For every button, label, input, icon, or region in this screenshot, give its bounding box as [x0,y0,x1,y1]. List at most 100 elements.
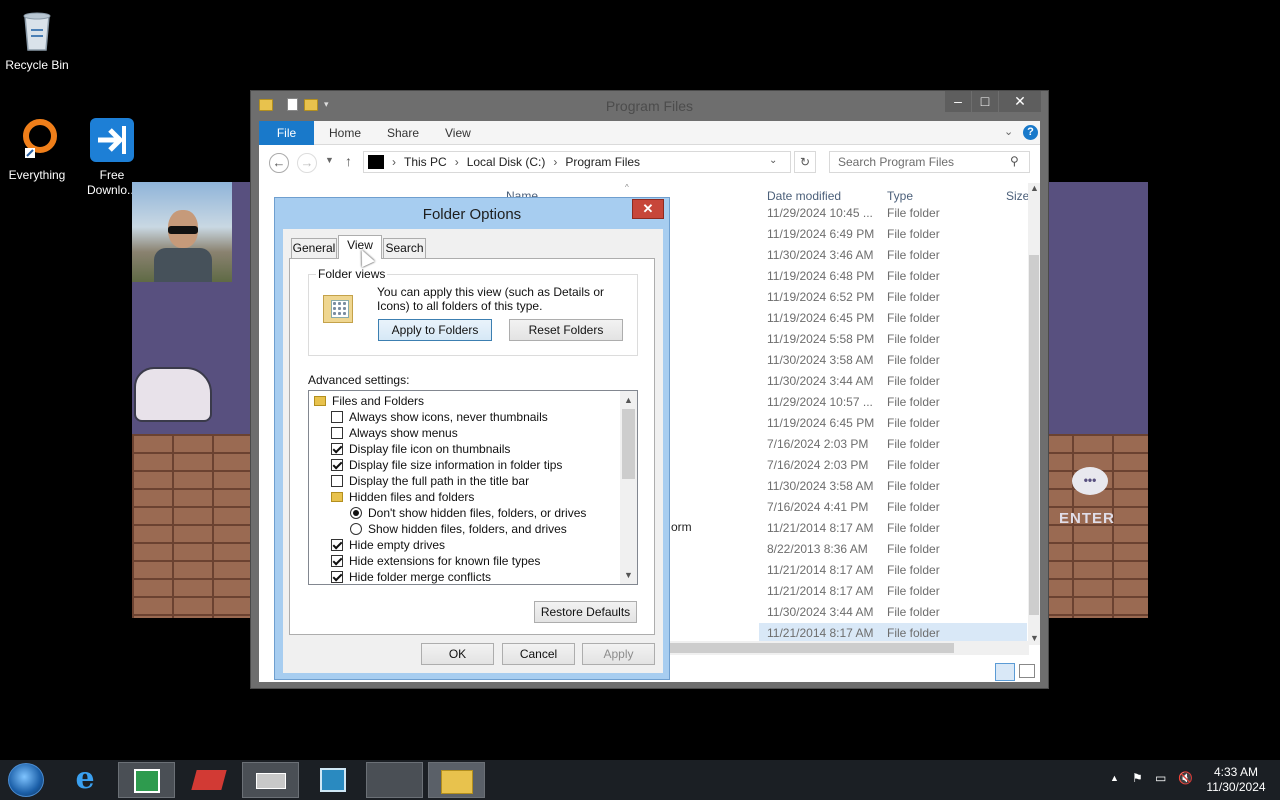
file-explorer-icon[interactable] [428,762,485,798]
tree-item-radio[interactable]: Don't show hidden files, folders, or dri… [350,505,586,521]
desktop-icon-everything[interactable]: Everything [0,116,74,183]
checkbox[interactable] [331,539,343,551]
scroll-down-icon[interactable]: ▼ [1030,633,1039,643]
file-row[interactable]: 11/19/2024 6:45 PM File folder [759,413,1027,434]
tree-item-check[interactable]: Always show menus [331,425,458,441]
file-row[interactable]: 11/19/2024 6:52 PM File folder [759,287,1027,308]
back-button[interactable]: ← [269,153,289,173]
apply-to-folders-button[interactable]: Apply to Folders [378,319,492,341]
file-row[interactable]: 7/16/2024 2:03 PM File folder [759,455,1027,476]
checkbox[interactable] [331,459,343,471]
file-row[interactable]: 11/19/2024 6:48 PM File folder [759,266,1027,287]
file-row[interactable]: 11/30/2024 3:58 AM File folder [759,350,1027,371]
scroll-down-icon[interactable]: ▼ [620,568,637,582]
address-bar[interactable]: › This PC › Local Disk (C:) › Program Fi… [363,151,791,173]
tree-item-radio[interactable]: Show hidden files, folders, and drives [350,521,567,537]
file-row[interactable]: 7/16/2024 2:03 PM File folder [759,434,1027,455]
column-header-type[interactable]: Type [887,189,913,203]
store-icon[interactable] [118,762,175,798]
file-row[interactable]: 11/19/2024 6:49 PM File folder [759,224,1027,245]
column-header-date[interactable]: Date modified [767,189,841,203]
close-button[interactable]: ✕ [999,91,1041,112]
reset-folders-button[interactable]: Reset Folders [509,319,623,341]
checkbox[interactable] [331,571,343,583]
scroll-thumb[interactable] [664,643,954,653]
volume-muted-icon[interactable]: 🔇 [1178,771,1193,785]
tab-view[interactable]: View [445,126,471,140]
tab-general[interactable]: General [291,238,337,258]
file-row[interactable]: 11/29/2024 10:57 ... File folder [759,392,1027,413]
breadcrumb-program-files[interactable]: Program Files [565,155,640,169]
tree-scrollbar[interactable]: ▲ ▼ [620,391,637,584]
restore-defaults-button[interactable]: Restore Defaults [534,601,637,623]
checkbox[interactable] [331,475,343,487]
file-row[interactable]: 11/30/2024 3:44 AM File folder [759,602,1027,623]
tab-share[interactable]: Share [387,126,419,140]
up-button[interactable]: ↑ [345,153,352,169]
maximize-button[interactable]: □ [972,91,998,112]
ok-button[interactable]: OK [421,643,494,665]
advanced-settings-tree[interactable]: ▲ ▼ Files and Folders Always show icons, … [308,390,638,585]
help-icon[interactable]: ? [1023,125,1038,140]
explorer-titlebar[interactable]: ▾ Program Files – □ ✕ [251,91,1048,121]
file-row[interactable]: 8/22/2013 8:36 AM File folder [759,539,1027,560]
recent-locations-icon[interactable]: ▼ [325,155,334,165]
ribbon-expand-icon[interactable]: ⌄ [1004,125,1013,138]
blank-window-icon[interactable] [366,762,423,798]
action-center-flag-icon[interactable]: ⚑ [1132,771,1143,785]
apply-button[interactable]: Apply [582,643,655,665]
tab-search[interactable]: Search [383,238,426,258]
taskbar-clock[interactable]: 4:33 AM 11/30/2024 [1200,765,1272,795]
file-row[interactable]: 11/30/2024 3:58 AM File folder [759,476,1027,497]
file-row[interactable]: 11/21/2014 8:17 AM File folder [759,560,1027,581]
checkbox[interactable] [331,427,343,439]
tab-home[interactable]: Home [329,126,361,140]
start-orb-icon[interactable] [8,763,44,797]
tree-item-check[interactable]: Hide empty drives [331,537,445,553]
network-icon[interactable]: ▭ [1155,771,1166,785]
scanner-icon[interactable] [242,762,299,798]
file-row[interactable]: 11/19/2024 5:58 PM File folder [759,329,1027,350]
tree-item-check[interactable]: Always show icons, never thumbnails [331,409,548,425]
breadcrumb-this-pc[interactable]: This PC [404,155,447,169]
tree-item-check[interactable]: Display the full path in the title bar [331,473,529,489]
minimize-button[interactable]: – [945,91,971,112]
internet-explorer-icon[interactable]: e [68,764,102,796]
desktop-icon-recycle-bin[interactable]: Recycle Bin [0,6,74,73]
large-icons-view-icon[interactable] [1019,664,1035,678]
cancel-button[interactable]: Cancel [502,643,575,665]
folder-options-dialog[interactable]: Folder Options ✕ General View Search Fol… [274,197,670,680]
vertical-scrollbar[interactable]: ▲ ▼ [1028,183,1040,645]
show-hidden-icons-icon[interactable]: ▲ [1110,773,1119,783]
app-red-icon[interactable] [180,762,237,798]
radio-button[interactable] [350,507,362,519]
dialog-close-button[interactable]: ✕ [632,199,664,219]
column-header-size[interactable]: Size [1006,189,1029,203]
forward-button[interactable]: → [297,153,317,173]
radio-button[interactable] [350,523,362,535]
file-row[interactable]: 11/21/2014 8:17 AM File folder [759,518,1027,539]
scroll-up-icon[interactable]: ▲ [620,393,637,407]
file-row[interactable]: 11/30/2024 3:44 AM File folder [759,371,1027,392]
details-view-icon[interactable] [995,663,1015,681]
tree-item-check[interactable]: Hide folder merge conflicts [331,569,491,584]
file-row[interactable]: 7/16/2024 4:41 PM File folder [759,497,1027,518]
scroll-thumb[interactable] [622,409,635,479]
tree-item-check[interactable]: Display file size information in folder … [331,457,562,473]
tab-file[interactable]: File [259,121,314,145]
address-dropdown-icon[interactable]: ⌄ [769,155,777,166]
checkbox[interactable] [331,411,343,423]
search-input[interactable]: Search Program Files ⚲ [829,151,1030,173]
refresh-button[interactable]: ↻ [794,151,816,173]
scroll-up-icon[interactable]: ▲ [1030,183,1039,193]
file-row[interactable]: 11/21/2014 8:17 AM File folder [759,581,1027,602]
tree-item-check[interactable]: Display file icon on thumbnails [331,441,510,457]
remote-desktop-icon[interactable] [304,762,361,798]
file-row[interactable]: 11/19/2024 6:45 PM File folder [759,308,1027,329]
scroll-thumb[interactable] [1029,255,1039,615]
horizontal-scrollbar[interactable] [664,641,1029,655]
breadcrumb-local-disk[interactable]: Local Disk (C:) [467,155,546,169]
tree-item-check[interactable]: Hide extensions for known file types [331,553,540,569]
checkbox[interactable] [331,555,343,567]
file-row[interactable]: 11/29/2024 10:45 ... File folder [759,203,1027,224]
